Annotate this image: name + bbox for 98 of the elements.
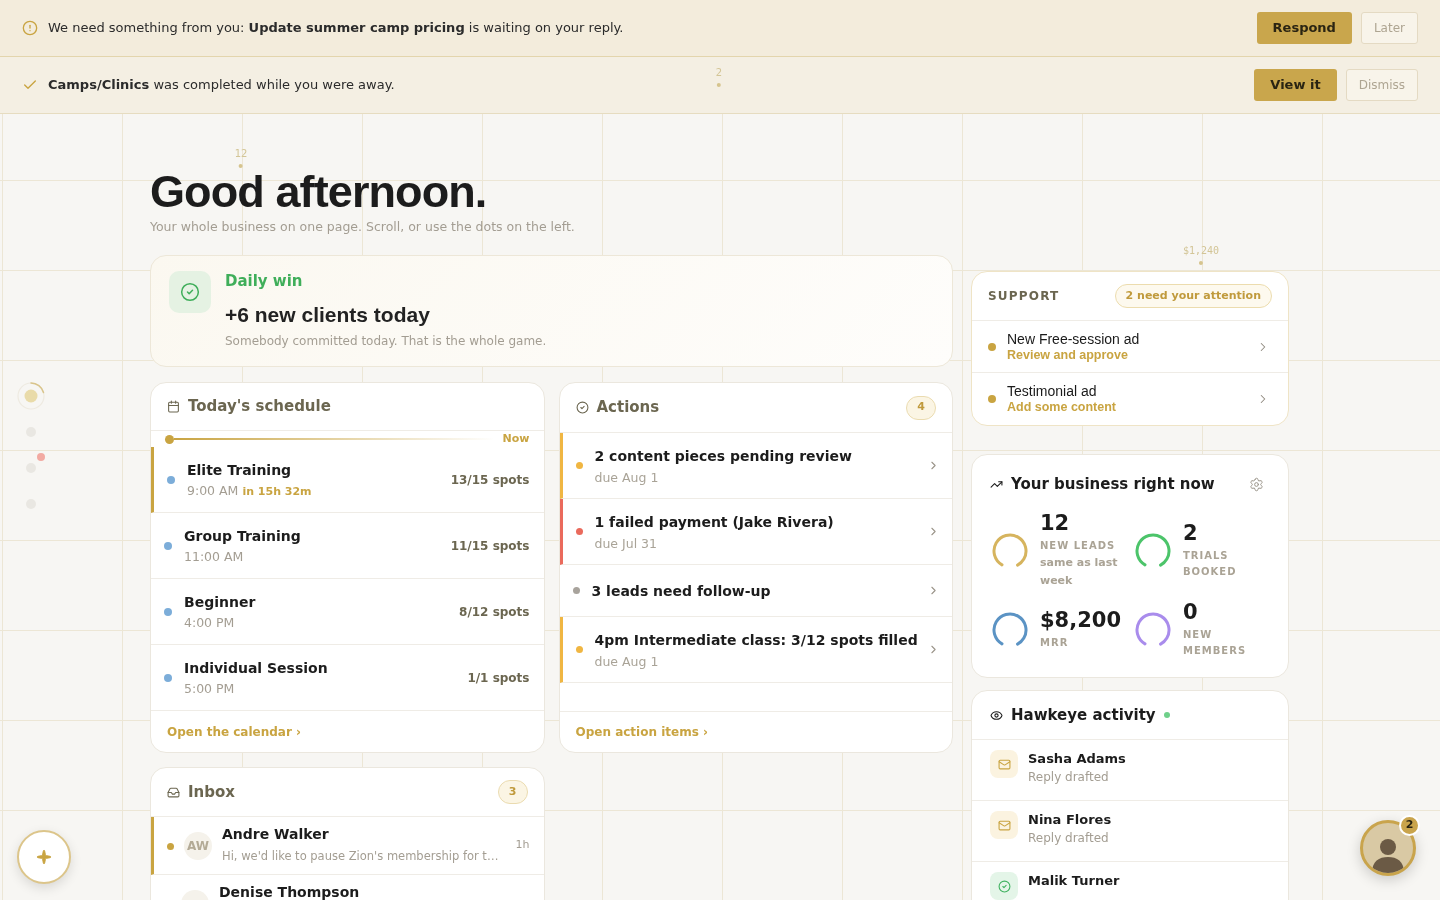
primary-button[interactable]: View it [1254,69,1337,101]
action-item[interactable]: 3 leads need follow-up [559,565,952,617]
eye-icon [990,708,1003,722]
chart-point-label: 12 [234,147,248,161]
due-date: due Aug 1 [594,469,660,486]
action-item[interactable]: 2 content pieces pending review due Aug 1 [559,433,952,499]
daily-win-note: Somebody committed today. That is the whole game. [225,333,547,349]
section-heading: SUPPORT [988,288,1060,305]
chart-point-label: 2 [715,66,723,80]
chart-point-icon [1199,261,1203,265]
greeting-title: Good afternoon. [150,169,487,214]
class-time: 9:00 AM [187,482,239,499]
class-name: Elite Training [187,460,293,480]
support-item[interactable]: New Free-session ad Review and approve [972,321,1288,373]
avatar-initials: AW [184,832,212,860]
ring-gauge-icon [992,611,1028,648]
alert-icon [22,20,38,36]
card-title: Actions [596,397,660,419]
greeting-subtitle: Your whole business on one page. Scroll, or use the dots on the left. [150,219,575,235]
chart-point-label: $1,240 [1182,244,1220,258]
contact-name: Sasha Adams [1028,750,1126,768]
activity-status: Reply drafted [1028,830,1110,847]
progress-ring-icon [17,382,45,410]
activity-item[interactable]: Sasha Adams Reply drafted [972,739,1288,800]
action-item[interactable]: 4pm Intermediate class: 3/12 spots filled due Aug 1 [559,617,952,683]
ring-gauge-icon [992,532,1028,569]
calendar-icon [167,400,180,413]
mail-icon [990,811,1018,839]
message-preview: Hi, we'd like to pause Zion's membership for t… [222,848,499,864]
metric-note: same as last week [1040,555,1119,589]
action-title: 4pm Intermediate class: 3/12 spots filled [594,630,918,650]
attention-badge: 2 need your attention [1114,284,1272,308]
settings-icon[interactable] [1249,476,1264,492]
assistant-avatar[interactable] [1360,820,1416,876]
chart-point-icon [239,164,243,168]
primary-button[interactable]: Respond [1256,12,1352,44]
card-title: Hawkeye activity [1011,704,1156,726]
countdown-text: in 15h 32m [242,483,312,500]
daily-win-label: Daily win [225,271,304,291]
count-badge: 3 [497,780,528,804]
support-item-title: Testimonial ad [1007,383,1098,400]
banner-message: We need something from you: Update summer camp pricing is waiting on your reply. [48,19,624,38]
support-item-title: New Free-session ad [1007,330,1140,348]
metric-value: 12 [1040,511,1071,535]
count-badge: 4 [906,395,936,420]
message-row[interactable]: AW Andre Walker Hi, we'd like to pause Zion's membership for t… 1h [151,817,544,875]
ring-gauge-icon [1135,611,1171,648]
ring-gauge-icon [1135,532,1171,569]
card-title: Your business right now [1011,473,1215,495]
class-time: 5:00 PM [184,681,235,697]
spots-count: 11/15 spots [450,537,530,555]
schedule-item[interactable]: Elite Training 9:00 AM in 15h 32m 13/15 spots [151,447,544,513]
class-name: Individual Session [184,659,328,678]
action-title: 2 content pieces pending review [594,446,852,466]
metric-value: 2 [1183,521,1199,545]
message-row[interactable]: Denise Thompson [151,875,544,900]
support-item-subtitle: Add some content [1007,400,1117,415]
metric-label: TRIALS BOOKED [1183,549,1238,579]
contact-name: Malik Turner [1028,872,1120,890]
now-marker-icon [165,434,174,444]
activity-status: Reply drafted [1028,769,1110,786]
activity-item[interactable]: Nina Flores Reply drafted [972,800,1288,861]
contact-name: Nina Flores [1028,811,1112,829]
support-item-subtitle: Review and approve [1007,347,1129,363]
mail-icon [990,750,1018,778]
metric-value: 0 [1183,600,1199,624]
sparkle-button[interactable] [17,830,71,884]
class-time: 4:00 PM [184,615,235,631]
inbox-icon [167,785,180,799]
action-title: 1 failed payment (Jake Rivera) [594,512,834,532]
card-title: Inbox [188,781,235,803]
class-name: Beginner [184,593,256,612]
banner-message: Camps/Clinics was completed while you were away. [48,76,395,95]
sender-name: Denise Thompson [219,884,360,900]
due-date: due Aug 1 [594,653,660,670]
metric-value: $8,200 [1040,608,1123,632]
sparkle-icon [36,849,52,865]
metric-label: MRR [1040,636,1070,650]
sender-name: Andre Walker [222,826,330,842]
chart-point-icon [717,83,721,87]
action-item[interactable]: 1 failed payment (Jake Rivera) due Jul 31 [559,499,952,565]
daily-win-headline: +6 new clients today [225,302,431,328]
card-title: Today's schedule [188,396,331,418]
class-name: Group Training [184,527,301,546]
due-date: due Jul 31 [594,535,658,552]
spots-count: 8/12 spots [459,603,530,621]
class-time: 11:00 AM [184,549,244,565]
activity-item[interactable]: Malik Turner [972,861,1288,900]
spots-count: 1/1 spots [467,669,530,687]
spots-count: 13/15 spots [450,471,530,489]
now-label: Now [502,430,530,447]
check-circle-icon [575,401,589,414]
notification-badge: 2 [1399,815,1420,836]
metric-label: NEW MEMBERS [1183,628,1248,658]
action-title: 3 leads need follow-up [591,581,771,601]
metric-label: NEW LEADS [1040,539,1117,553]
support-item[interactable]: Testimonial ad Add some content [972,373,1288,425]
message-time: 1h [514,838,530,852]
